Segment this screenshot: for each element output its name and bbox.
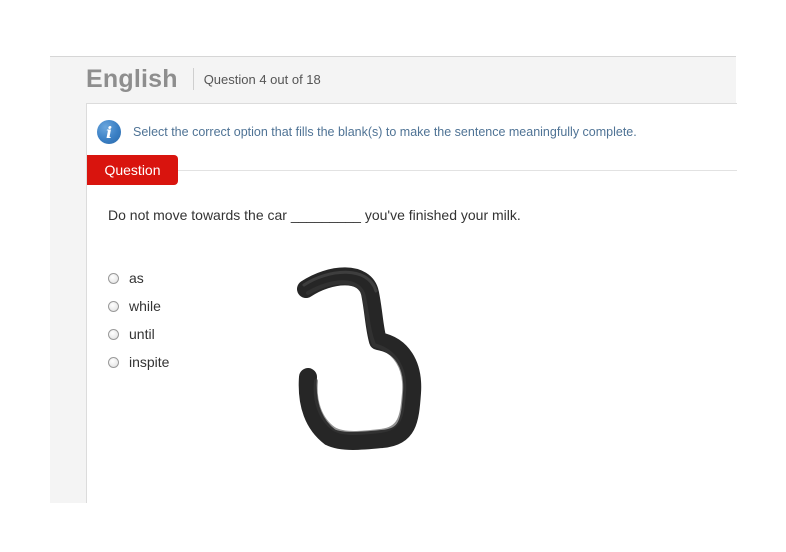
instruction-row: i Select the correct option that fills t… bbox=[97, 120, 637, 144]
subject-title: English bbox=[86, 64, 178, 93]
option-label[interactable]: until bbox=[129, 326, 155, 342]
question-counter: Question 4 out of 18 bbox=[203, 71, 321, 87]
option-until[interactable]: until bbox=[108, 320, 169, 348]
instruction-text: Select the correct option that fills the… bbox=[133, 125, 637, 139]
radio-button[interactable] bbox=[108, 272, 119, 284]
section-divider bbox=[87, 170, 737, 171]
radio-button[interactable] bbox=[108, 300, 119, 312]
option-inspite[interactable]: inspite bbox=[108, 348, 169, 376]
quiz-page: English Question 4 out of 18 i Select th… bbox=[0, 0, 786, 552]
option-label[interactable]: while bbox=[129, 298, 161, 314]
option-label[interactable]: as bbox=[129, 270, 144, 286]
handwritten-3-annotation bbox=[297, 267, 422, 450]
option-as[interactable]: as bbox=[108, 264, 169, 292]
radio-button[interactable] bbox=[108, 328, 119, 340]
tab-question[interactable]: Question bbox=[87, 155, 178, 185]
info-icon: i bbox=[97, 120, 121, 144]
header-divider bbox=[192, 68, 194, 90]
option-label[interactable]: inspite bbox=[129, 354, 169, 370]
radio-button[interactable] bbox=[108, 356, 119, 368]
option-while[interactable]: while bbox=[108, 292, 169, 320]
question-text: Do not move towards the car _________ yo… bbox=[108, 207, 521, 223]
answer-options: as while until inspite bbox=[108, 264, 169, 376]
quiz-header: English Question 4 out of 18 bbox=[86, 62, 321, 96]
